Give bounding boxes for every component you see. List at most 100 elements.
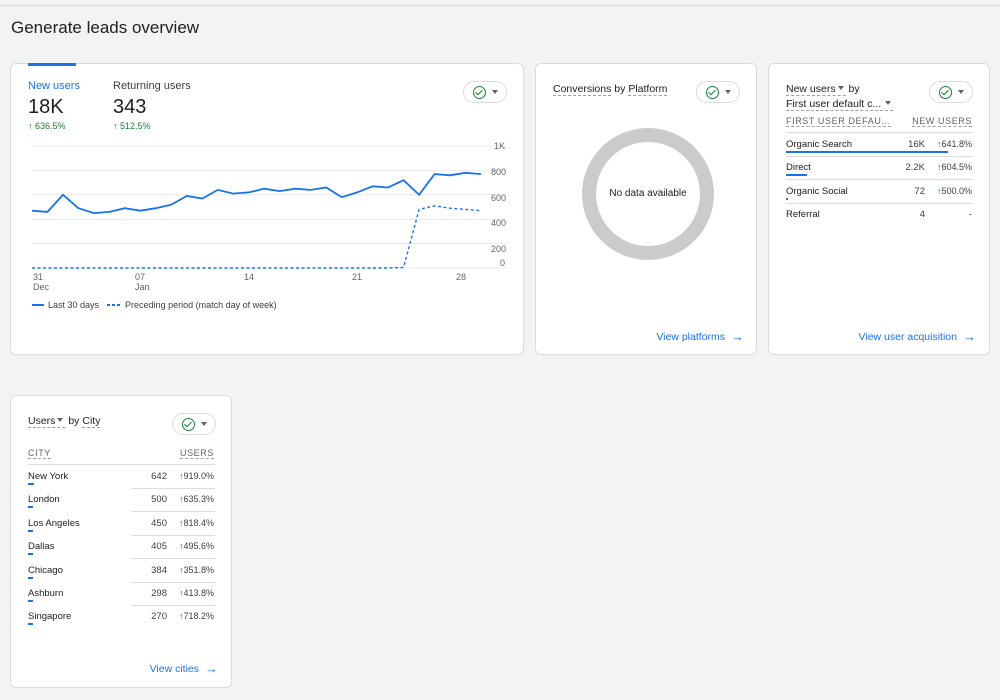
link-label: View platforms xyxy=(656,331,725,343)
row-value: 2.2K xyxy=(905,162,925,174)
dashed-line-icon xyxy=(107,304,122,306)
row-delta: ↑500.0% xyxy=(936,185,972,196)
arrow-up-icon: ↑ xyxy=(178,588,184,598)
share-bar xyxy=(28,553,33,556)
row-value: 405 xyxy=(151,541,167,553)
row-divider xyxy=(131,558,215,560)
row-value: 4 xyxy=(919,209,925,221)
arrow-up-icon: ↑ xyxy=(936,162,942,173)
title-by: by xyxy=(68,415,80,427)
row-delta: ↑718.2% xyxy=(178,611,214,622)
metric-selector[interactable]: Users xyxy=(28,415,66,428)
dimension-selector[interactable]: First user default c... xyxy=(786,98,894,111)
acquisition-card: New users by First user default c... FIR… xyxy=(768,63,990,355)
check-circle-icon xyxy=(705,85,719,99)
row-divider xyxy=(131,581,215,583)
share-bar xyxy=(786,174,808,177)
share-bar xyxy=(28,529,33,532)
legend: Last 30 days Preceding period (match day… xyxy=(32,300,277,310)
arrow-up-icon: ↑ xyxy=(178,564,184,575)
row-label: Organic Search xyxy=(786,139,853,150)
row-delta: - xyxy=(969,209,972,220)
column-header-dimension[interactable]: FIRST USER DEFAU... xyxy=(786,116,891,127)
view-cities-link[interactable]: View cities → xyxy=(150,661,218,676)
arrow-up-icon: ↑ xyxy=(936,185,942,196)
card-title: Users by City xyxy=(28,414,101,429)
dimension-selector[interactable]: Platform xyxy=(628,83,668,96)
share-bar xyxy=(786,197,788,200)
row-value: 450 xyxy=(151,517,167,529)
solid-line-icon xyxy=(32,304,44,306)
row-value: 298 xyxy=(151,588,167,599)
caret-down-icon xyxy=(200,422,207,426)
row-delta: ↑604.5% xyxy=(936,162,972,173)
check-circle-icon xyxy=(938,85,952,99)
series-line-previous xyxy=(32,205,482,269)
metric-selector[interactable]: New users xyxy=(786,83,846,96)
share-bar xyxy=(786,151,948,153)
link-label: View user acquisition xyxy=(858,331,957,343)
empty-state-text: No data available xyxy=(609,188,687,199)
header-divider xyxy=(786,132,973,133)
x-tick: 31 Dec xyxy=(33,272,49,292)
row-label: Singapore xyxy=(28,611,72,623)
row-label: Los Angeles xyxy=(28,517,80,529)
dimension-label: First user default c... xyxy=(786,98,882,110)
share-bar xyxy=(28,576,33,579)
platform-card: Conversions by Platform No data availabl… xyxy=(535,63,757,355)
top-divider xyxy=(0,5,1000,6)
column-header-metric[interactable]: USERS xyxy=(179,448,214,459)
metric-label: New users xyxy=(786,83,836,95)
x-tick-day: 31 xyxy=(33,272,44,282)
caret-down-icon xyxy=(957,90,964,94)
share-bar xyxy=(28,483,34,485)
row-divider xyxy=(131,511,215,513)
y-tick: 0 xyxy=(500,258,506,268)
title-by: by xyxy=(614,83,626,95)
row-label: Organic Social xyxy=(786,185,848,197)
arrow-up-icon: ↑ xyxy=(178,471,184,481)
x-tick: 21 xyxy=(352,272,363,282)
x-tick: 14 xyxy=(244,272,255,282)
row-divider xyxy=(131,488,215,489)
share-bar xyxy=(28,600,33,602)
line-chart xyxy=(31,145,506,269)
arrow-right-icon: → xyxy=(963,329,976,344)
arrow-up-icon: ↑ xyxy=(178,517,184,528)
page-title: Generate leads overview xyxy=(11,18,200,37)
view-user-acquisition-link[interactable]: View user acquisition → xyxy=(858,329,976,344)
series-line-current xyxy=(31,171,482,215)
caret-down-icon xyxy=(885,101,892,105)
row-value: 384 xyxy=(151,564,167,576)
title-by: by xyxy=(848,83,860,95)
x-tick-month: Dec xyxy=(33,282,50,292)
x-tick-month: Jan xyxy=(135,282,150,292)
row-value: 72 xyxy=(914,185,925,197)
row-divider xyxy=(786,179,973,181)
row-label: Chicago xyxy=(28,564,63,576)
row-value: 642 xyxy=(151,471,167,482)
card-title: Conversions by Platform xyxy=(553,82,668,97)
compare-toggle-button[interactable] xyxy=(172,413,216,435)
column-header-dimension[interactable]: CITY xyxy=(28,448,51,459)
metric-selector[interactable]: Conversions xyxy=(553,83,612,96)
arrow-up-icon: ↑ xyxy=(936,139,942,149)
x-tick: 07 Jan xyxy=(135,272,150,292)
row-delta: ↑413.8% xyxy=(178,588,214,598)
y-tick: 600 xyxy=(491,193,507,203)
y-tick: 200 xyxy=(491,244,507,254)
arrow-up-icon: ↑ xyxy=(178,611,184,622)
view-platforms-link[interactable]: View platforms → xyxy=(656,330,744,343)
share-bar xyxy=(28,506,33,509)
row-delta: ↑818.4% xyxy=(178,517,214,528)
compare-toggle-button[interactable] xyxy=(929,81,973,103)
arrow-right-icon: → xyxy=(205,661,218,676)
row-divider xyxy=(131,605,215,606)
x-tick-day: 07 xyxy=(135,272,146,282)
dimension-selector[interactable]: City xyxy=(82,415,101,428)
row-delta: ↑351.8% xyxy=(178,564,214,575)
metric-label: Users xyxy=(28,415,56,427)
compare-toggle-button[interactable] xyxy=(696,81,740,103)
column-header-metric[interactable]: NEW USERS xyxy=(912,116,972,127)
header-divider xyxy=(28,464,215,465)
